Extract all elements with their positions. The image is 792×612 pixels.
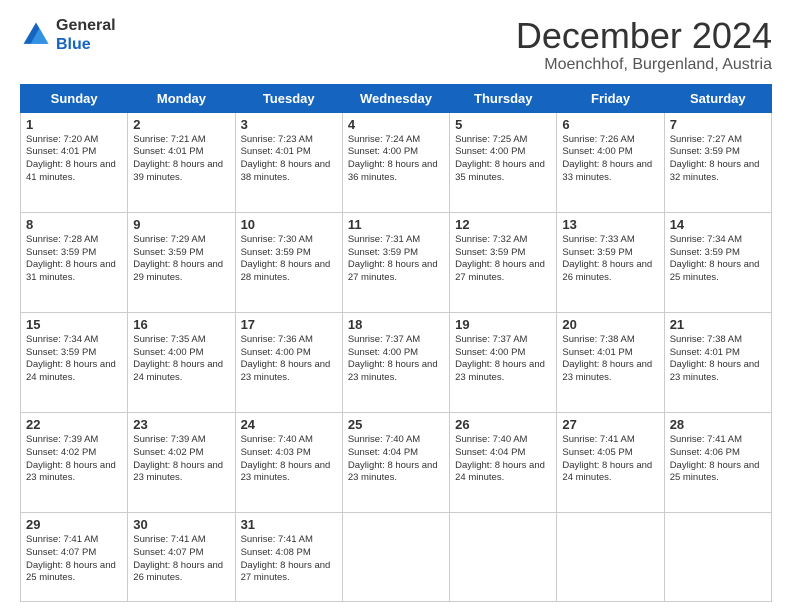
subtitle: Moenchhof, Burgenland, Austria: [516, 56, 772, 74]
table-row: 26 Sunrise: 7:40 AMSunset: 4:04 PMDaylig…: [450, 412, 557, 512]
week-row-3: 15 Sunrise: 7:34 AMSunset: 3:59 PMDaylig…: [21, 312, 772, 412]
week-row-4: 22 Sunrise: 7:39 AMSunset: 4:02 PMDaylig…: [21, 412, 772, 512]
table-row: 12 Sunrise: 7:32 AMSunset: 3:59 PMDaylig…: [450, 212, 557, 312]
table-row: 6 Sunrise: 7:26 AMSunset: 4:00 PMDayligh…: [557, 112, 664, 212]
table-row: 24 Sunrise: 7:40 AMSunset: 4:03 PMDaylig…: [235, 412, 342, 512]
empty-cell: [450, 512, 557, 601]
calendar-table: Sunday Monday Tuesday Wednesday Thursday…: [20, 84, 772, 602]
col-saturday: Saturday: [664, 84, 771, 112]
title-block: December 2024 Moenchhof, Burgenland, Aus…: [516, 16, 772, 74]
table-row: 13 Sunrise: 7:33 AMSunset: 3:59 PMDaylig…: [557, 212, 664, 312]
table-row: 25 Sunrise: 7:40 AMSunset: 4:04 PMDaylig…: [342, 412, 449, 512]
table-row: 4 Sunrise: 7:24 AMSunset: 4:00 PMDayligh…: [342, 112, 449, 212]
table-row: 31 Sunrise: 7:41 AMSunset: 4:08 PMDaylig…: [235, 512, 342, 601]
table-row: 1 Sunrise: 7:20 AMSunset: 4:01 PMDayligh…: [21, 112, 128, 212]
table-row: 23 Sunrise: 7:39 AMSunset: 4:02 PMDaylig…: [128, 412, 235, 512]
page: General Blue December 2024 Moenchhof, Bu…: [0, 0, 792, 612]
week-row-1: 1 Sunrise: 7:20 AMSunset: 4:01 PMDayligh…: [21, 112, 772, 212]
table-row: 11 Sunrise: 7:31 AMSunset: 3:59 PMDaylig…: [342, 212, 449, 312]
table-row: 3 Sunrise: 7:23 AMSunset: 4:01 PMDayligh…: [235, 112, 342, 212]
table-row: 15 Sunrise: 7:34 AMSunset: 3:59 PMDaylig…: [21, 312, 128, 412]
table-row: 14 Sunrise: 7:34 AMSunset: 3:59 PMDaylig…: [664, 212, 771, 312]
table-row: 30 Sunrise: 7:41 AMSunset: 4:07 PMDaylig…: [128, 512, 235, 601]
table-row: 5 Sunrise: 7:25 AMSunset: 4:00 PMDayligh…: [450, 112, 557, 212]
logo: General Blue: [20, 16, 116, 54]
table-row: 9 Sunrise: 7:29 AMSunset: 3:59 PMDayligh…: [128, 212, 235, 312]
week-row-5: 29 Sunrise: 7:41 AMSunset: 4:07 PMDaylig…: [21, 512, 772, 601]
table-row: 19 Sunrise: 7:37 AMSunset: 4:00 PMDaylig…: [450, 312, 557, 412]
week-row-2: 8 Sunrise: 7:28 AMSunset: 3:59 PMDayligh…: [21, 212, 772, 312]
table-row: 10 Sunrise: 7:30 AMSunset: 3:59 PMDaylig…: [235, 212, 342, 312]
table-row: 18 Sunrise: 7:37 AMSunset: 4:00 PMDaylig…: [342, 312, 449, 412]
table-row: 29 Sunrise: 7:41 AMSunset: 4:07 PMDaylig…: [21, 512, 128, 601]
empty-cell: [664, 512, 771, 601]
empty-cell: [342, 512, 449, 601]
table-row: 21 Sunrise: 7:38 AMSunset: 4:01 PMDaylig…: [664, 312, 771, 412]
col-sunday: Sunday: [21, 84, 128, 112]
table-row: 28 Sunrise: 7:41 AMSunset: 4:06 PMDaylig…: [664, 412, 771, 512]
col-monday: Monday: [128, 84, 235, 112]
header: General Blue December 2024 Moenchhof, Bu…: [20, 16, 772, 74]
col-wednesday: Wednesday: [342, 84, 449, 112]
table-row: 2 Sunrise: 7:21 AMSunset: 4:01 PMDayligh…: [128, 112, 235, 212]
table-row: 20 Sunrise: 7:38 AMSunset: 4:01 PMDaylig…: [557, 312, 664, 412]
col-friday: Friday: [557, 84, 664, 112]
col-tuesday: Tuesday: [235, 84, 342, 112]
logo-icon: [20, 19, 52, 51]
table-row: 17 Sunrise: 7:36 AMSunset: 4:00 PMDaylig…: [235, 312, 342, 412]
table-row: 8 Sunrise: 7:28 AMSunset: 3:59 PMDayligh…: [21, 212, 128, 312]
table-row: 22 Sunrise: 7:39 AMSunset: 4:02 PMDaylig…: [21, 412, 128, 512]
empty-cell: [557, 512, 664, 601]
logo-text: General Blue: [56, 16, 116, 54]
table-row: 7 Sunrise: 7:27 AMSunset: 3:59 PMDayligh…: [664, 112, 771, 212]
col-thursday: Thursday: [450, 84, 557, 112]
calendar-header-row: Sunday Monday Tuesday Wednesday Thursday…: [21, 84, 772, 112]
table-row: 16 Sunrise: 7:35 AMSunset: 4:00 PMDaylig…: [128, 312, 235, 412]
table-row: 27 Sunrise: 7:41 AMSunset: 4:05 PMDaylig…: [557, 412, 664, 512]
main-title: December 2024: [516, 16, 772, 56]
